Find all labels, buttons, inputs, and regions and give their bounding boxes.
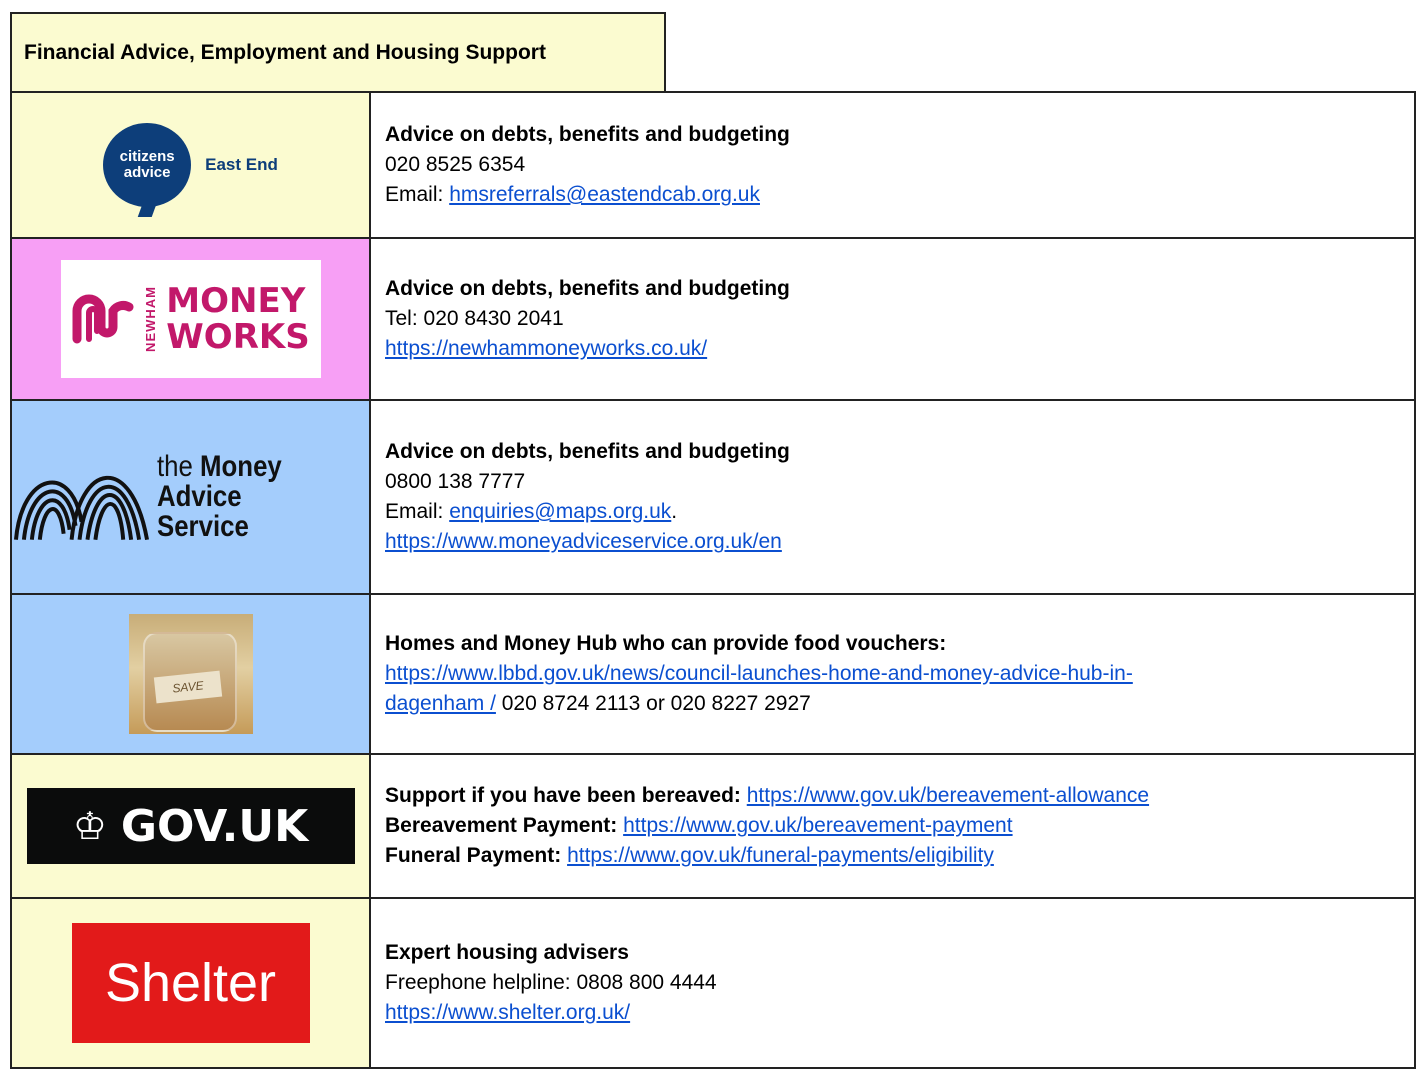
table-row: ♔ GOV.UK Support if you have been bereav… (10, 753, 1416, 899)
table-row: NEWHAM MONEY WORKS Advice on debts, bene… (10, 237, 1416, 401)
website-link[interactable]: https://www.gov.uk/bereavement-allowance (747, 784, 1149, 807)
info-cell: Advice on debts, benefits and budgeting … (369, 237, 1416, 401)
info-cell: Advice on debts, benefits and budgeting … (369, 91, 1416, 239)
website-link[interactable]: https://www.gov.uk/funeral-payments/elig… (567, 844, 994, 867)
logo-cell: SAVE (10, 593, 371, 755)
phone-number: 0800 138 7777 (385, 470, 526, 493)
table-row: citizens advice East End Advice on debts… (10, 91, 1416, 239)
email-label: Email: (385, 500, 450, 523)
phone-number: 020 8525 6354 (385, 153, 526, 176)
logo-tagline: East End (205, 155, 278, 174)
logo-text: Advice Service (157, 480, 249, 543)
item-label: Bereavement Payment: (385, 814, 624, 837)
website-link[interactable]: https://www.lbbd.gov.uk/news/council-lau… (385, 662, 1133, 685)
logo-text: the (157, 450, 193, 483)
phone-number: Tel: 020 8430 2041 (385, 307, 564, 330)
website-link-continued[interactable]: dagenham / (385, 692, 496, 715)
money-works-mark-icon (72, 294, 134, 344)
rainbow-arches-icon (13, 475, 149, 541)
logo-cell: NEWHAM MONEY WORKS (10, 237, 371, 401)
money-advice-service-logo: the Money Advice Service (12, 452, 369, 542)
crown-icon: ♔ (72, 804, 107, 848)
email-suffix: . (671, 500, 678, 523)
info-cell: Support if you have been bereaved: https… (369, 753, 1416, 899)
logo-cell: ♔ GOV.UK (10, 753, 371, 899)
service-heading: Expert housing advisers (385, 941, 629, 964)
website-link[interactable]: https://www.moneyadviceservice.org.uk/en (385, 530, 782, 553)
logo-text: citizens (119, 148, 175, 165)
document-page: Financial Advice, Employment and Housing… (0, 0, 1416, 1069)
savings-jar-image: SAVE (128, 614, 253, 734)
email-label: Email: (385, 183, 450, 206)
citizens-advice-logo: citizens advice East End (103, 123, 278, 217)
logo-text: MONEY (166, 281, 306, 321)
website-link[interactable]: https://www.shelter.org.uk/ (385, 1001, 630, 1024)
website-link[interactable]: https://newhammoneyworks.co.uk/ (385, 337, 707, 360)
shelter-logo: Shelter (71, 923, 310, 1043)
item-label: Funeral Payment: (385, 844, 568, 867)
service-heading: Advice on debts, benefits and budgeting (385, 123, 790, 146)
logo-text: advice (123, 164, 171, 181)
money-works-logo: NEWHAM MONEY WORKS (60, 260, 321, 378)
table-row: the Money Advice Service Advice on debts… (10, 399, 1416, 595)
section-title: Financial Advice, Employment and Housing… (10, 12, 666, 92)
phone-number: 020 8724 2113 or 020 8227 2927 (495, 692, 811, 715)
info-cell: Advice on debts, benefits and budgeting … (369, 399, 1416, 595)
table-row: SAVE Homes and Money Hub who can provide… (10, 593, 1416, 755)
logo-cell: Shelter (10, 897, 371, 1069)
logo-text: GOV.UK (120, 800, 309, 852)
logo-vertical-text: NEWHAM (143, 286, 159, 352)
service-heading: Advice on debts, benefits and budgeting (385, 440, 790, 463)
logo-cell: citizens advice East End (10, 91, 371, 239)
item-label: Support if you have been bereaved: (385, 784, 747, 807)
service-heading: Advice on debts, benefits and budgeting (385, 277, 790, 300)
logo-cell: the Money Advice Service (10, 399, 371, 595)
email-link[interactable]: hmsreferrals@eastendcab.org.uk (449, 183, 760, 206)
email-link[interactable]: enquiries@maps.org.uk (449, 500, 671, 523)
table-row: Shelter Expert housing advisers Freephon… (10, 897, 1416, 1069)
gov-uk-logo: ♔ GOV.UK (26, 788, 355, 864)
support-table: citizens advice East End Advice on debts… (10, 91, 1416, 1069)
info-cell: Expert housing advisers Freephone helpli… (369, 897, 1416, 1069)
website-link[interactable]: https://www.gov.uk/bereavement-payment (623, 814, 1012, 837)
service-heading: Homes and Money Hub who can provide food… (385, 632, 947, 655)
logo-text: WORKS (166, 317, 310, 357)
phone-number: Freephone helpline: 0808 800 4444 (385, 971, 717, 994)
info-cell: Homes and Money Hub who can provide food… (369, 593, 1416, 755)
logo-text: Money (200, 450, 282, 483)
